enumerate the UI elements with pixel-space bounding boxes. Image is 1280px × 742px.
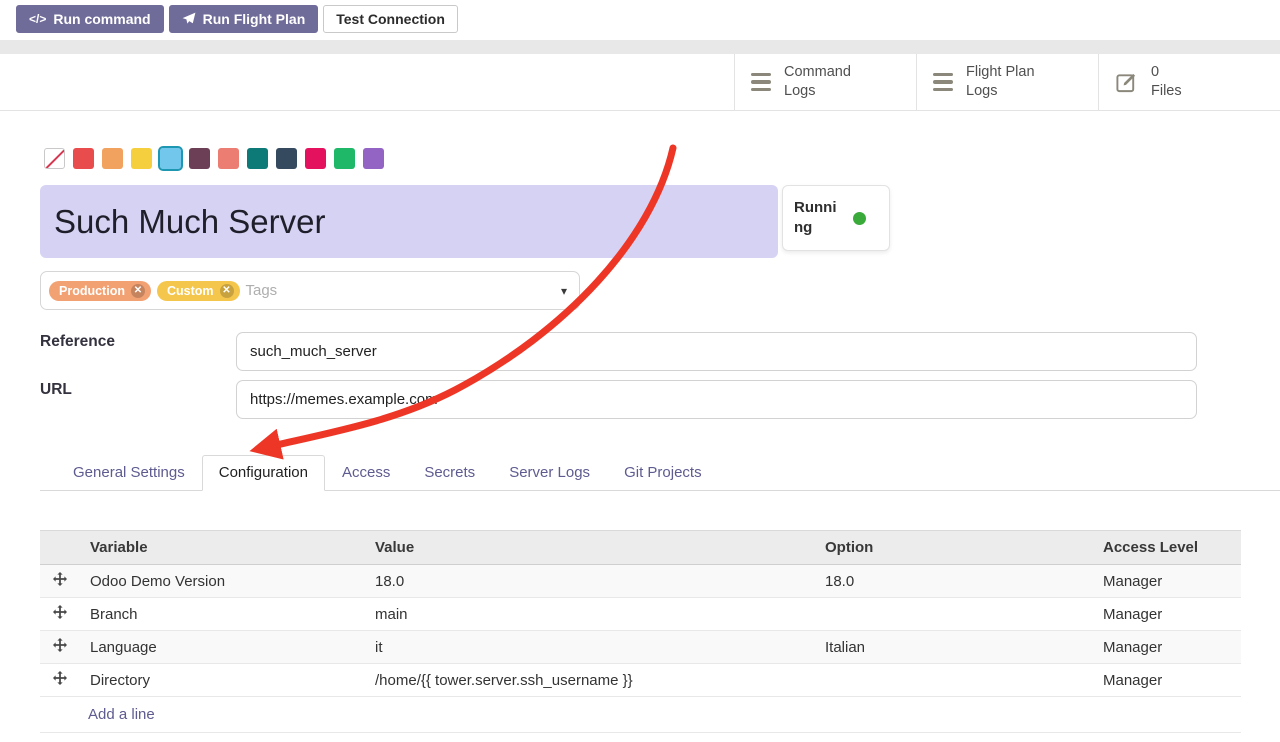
color-swatch[interactable]	[334, 148, 355, 169]
color-swatch[interactable]	[131, 148, 152, 169]
tab-secrets[interactable]: Secrets	[407, 455, 492, 491]
files-label: 0Files	[1151, 63, 1182, 101]
status-green-dot-icon	[853, 212, 866, 225]
color-swatch-selected[interactable]	[160, 148, 181, 169]
tag-production[interactable]: Production ✕	[49, 281, 151, 301]
run-command-label: Run command	[53, 11, 150, 27]
cell-access[interactable]: Manager	[1093, 664, 1241, 697]
color-swatch[interactable]	[218, 148, 239, 169]
handle-column-header	[40, 531, 80, 565]
cell-value[interactable]: it	[365, 631, 815, 664]
color-swatch[interactable]	[102, 148, 123, 169]
test-connection-button[interactable]: Test Connection	[323, 5, 458, 33]
color-swatch[interactable]	[247, 148, 268, 169]
run-command-button[interactable]: </> Run command	[16, 5, 164, 33]
tag-label: Production	[59, 284, 125, 298]
cell-variable[interactable]: Branch	[80, 598, 365, 631]
test-connection-label: Test Connection	[336, 11, 445, 27]
color-swatch[interactable]	[305, 148, 326, 169]
action-toolbar: </> Run command Run Flight Plan Test Con…	[16, 5, 458, 33]
separator-strip	[0, 40, 1280, 54]
bars-icon	[751, 73, 771, 92]
column-header-option: Option	[815, 531, 1093, 565]
run-flight-plan-label: Run Flight Plan	[203, 11, 306, 27]
remove-tag-icon[interactable]: ✕	[220, 284, 234, 298]
color-swatch[interactable]	[276, 148, 297, 169]
color-swatch[interactable]	[73, 148, 94, 169]
table-row[interactable]: Branch main Manager	[40, 598, 1241, 631]
cell-variable[interactable]: Language	[80, 631, 365, 664]
table-row[interactable]: Language it Italian Manager	[40, 631, 1241, 664]
cell-variable[interactable]: Directory	[80, 664, 365, 697]
cell-value[interactable]: 18.0	[365, 565, 815, 598]
cell-access[interactable]: Manager	[1093, 598, 1241, 631]
cell-access[interactable]: Manager	[1093, 631, 1241, 664]
add-a-line-link[interactable]: Add a line	[88, 706, 155, 723]
color-swatch-none[interactable]	[44, 148, 65, 169]
tab-git-projects[interactable]: Git Projects	[607, 455, 719, 491]
url-input[interactable]	[236, 380, 1197, 419]
tab-configuration[interactable]: Configuration	[202, 455, 325, 491]
files-button[interactable]: 0Files	[1098, 54, 1280, 110]
command-logs-label: CommandLogs	[784, 63, 851, 101]
flight-plan-logs-button[interactable]: Flight PlanLogs	[916, 54, 1098, 110]
server-form-page: </> Run command Run Flight Plan Test Con…	[0, 0, 1280, 742]
bars-icon	[933, 73, 953, 92]
tab-general-settings[interactable]: General Settings	[56, 455, 202, 491]
add-line-row: Add a line	[40, 697, 1241, 733]
configuration-table: Variable Value Option Access Level Odoo …	[40, 530, 1241, 733]
form-statusbar: CommandLogs Flight PlanLogs 0Files	[0, 54, 1280, 111]
cell-option[interactable]: 18.0	[815, 565, 1093, 598]
column-header-access-level: Access Level	[1093, 531, 1241, 565]
color-swatch[interactable]	[363, 148, 384, 169]
caret-down-icon[interactable]: ▾	[561, 284, 567, 298]
cell-option[interactable]: Italian	[815, 631, 1093, 664]
tab-access[interactable]: Access	[325, 455, 407, 491]
drag-handle[interactable]	[40, 565, 80, 598]
drag-handle[interactable]	[40, 631, 80, 664]
table-row[interactable]: Odoo Demo Version 18.0 18.0 Manager	[40, 565, 1241, 598]
flight-plan-logs-label: Flight PlanLogs	[966, 63, 1035, 101]
reference-input[interactable]	[236, 332, 1197, 371]
paper-plane-icon	[182, 12, 196, 26]
tags-placeholder: Tags	[246, 282, 278, 299]
reference-label: Reference	[40, 333, 115, 351]
tag-custom[interactable]: Custom ✕	[157, 281, 240, 301]
remove-tag-icon[interactable]: ✕	[131, 284, 145, 298]
drag-handle[interactable]	[40, 664, 80, 697]
cell-value[interactable]: /home/{{ tower.server.ssh_username }}	[365, 664, 815, 697]
table-row[interactable]: Directory /home/{{ tower.server.ssh_user…	[40, 664, 1241, 697]
server-status-button[interactable]: Running	[782, 185, 890, 251]
column-header-value: Value	[365, 531, 815, 565]
drag-handle[interactable]	[40, 598, 80, 631]
status-label: Running	[794, 198, 844, 239]
cell-variable[interactable]: Odoo Demo Version	[80, 565, 365, 598]
notebook-tabs: General Settings Configuration Access Se…	[40, 454, 1280, 491]
command-logs-button[interactable]: CommandLogs	[734, 54, 916, 110]
run-flight-plan-button[interactable]: Run Flight Plan	[169, 5, 319, 33]
tags-input[interactable]: Production ✕ Custom ✕ Tags ▾	[40, 271, 580, 310]
cell-option[interactable]	[815, 598, 1093, 631]
cell-option[interactable]	[815, 664, 1093, 697]
url-label: URL	[40, 381, 72, 399]
tab-server-logs[interactable]: Server Logs	[492, 455, 607, 491]
edit-icon	[1115, 71, 1138, 94]
code-icon: </>	[29, 12, 46, 26]
cell-value[interactable]: main	[365, 598, 815, 631]
tag-label: Custom	[167, 284, 214, 298]
table-header-row: Variable Value Option Access Level	[40, 531, 1241, 565]
color-palette	[44, 148, 384, 169]
color-swatch[interactable]	[189, 148, 210, 169]
cell-access[interactable]: Manager	[1093, 565, 1241, 598]
server-name-input[interactable]	[40, 185, 778, 258]
column-header-variable: Variable	[80, 531, 365, 565]
